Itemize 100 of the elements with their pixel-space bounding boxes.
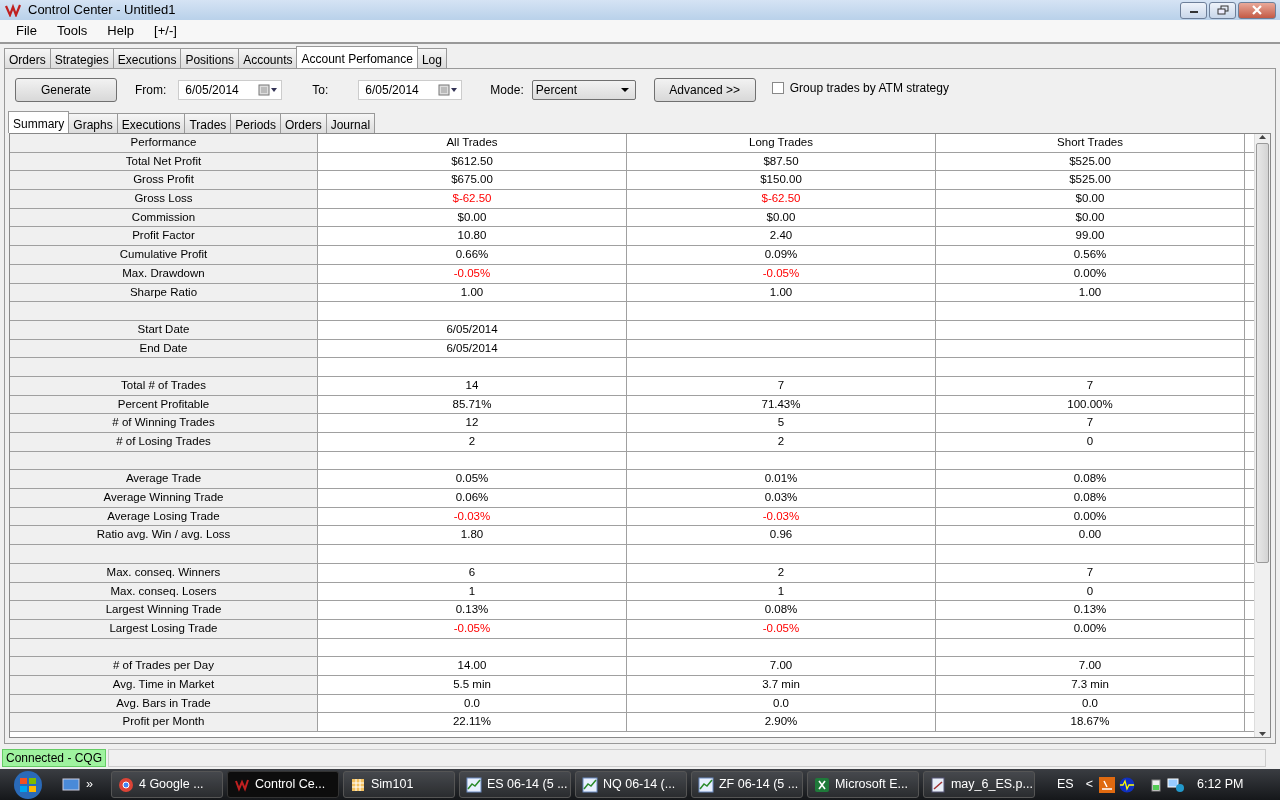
table-cell: -0.05% xyxy=(318,619,627,638)
table-cell: 0.96 xyxy=(627,526,936,545)
tab[interactable]: Journal xyxy=(325,113,376,133)
table-cell: 14.00 xyxy=(318,657,627,675)
status-text: Connected - CQG xyxy=(2,749,107,767)
column-header[interactable]: Performance xyxy=(10,134,318,152)
calendar-dropdown-icon xyxy=(258,84,279,96)
taskbar-button[interactable]: ZF 06-14 (5 ... xyxy=(690,771,803,798)
tray-expand-arrow[interactable]: < xyxy=(1085,775,1093,794)
table-cell: 0.0 xyxy=(936,694,1245,713)
checkbox[interactable] xyxy=(771,82,784,94)
mode-dropdown[interactable]: Percent xyxy=(531,80,636,100)
app-icon xyxy=(813,776,830,793)
table-cell: 2.90% xyxy=(627,713,936,731)
table-cell: 0.06% xyxy=(318,489,627,507)
taskbar-button[interactable]: may_6_ES.p... xyxy=(922,771,1035,798)
scrollbar[interactable] xyxy=(1254,134,1270,737)
tab[interactable]: Orders xyxy=(280,113,327,133)
column-header[interactable]: All Trades xyxy=(318,134,627,152)
table-cell: 0.08% xyxy=(936,470,1245,489)
tab[interactable]: Summary xyxy=(8,111,70,133)
menu-item[interactable]: File xyxy=(6,21,47,41)
table-cell: $-62.50 xyxy=(627,190,936,208)
table-cell: 1.00 xyxy=(318,283,627,302)
table-cell: 0 xyxy=(936,433,1245,451)
checkbox-label: Group trades by ATM strategy xyxy=(789,80,949,97)
table-cell: 0.00 xyxy=(936,526,1245,545)
language-indicator[interactable]: ES xyxy=(1056,775,1074,794)
table-cell: -0.05% xyxy=(318,264,627,283)
date-field[interactable]: 6/05/2014 xyxy=(178,80,283,100)
restore-button[interactable] xyxy=(1209,1,1236,19)
app-icon xyxy=(349,776,366,793)
row-label: Average Winning Trade xyxy=(10,489,318,507)
date-field[interactable]: 6/05/2014 xyxy=(358,80,463,100)
table-cell: 1 xyxy=(318,582,627,601)
table-cell: 0.03% xyxy=(627,489,936,507)
tab[interactable]: Executions xyxy=(112,48,182,68)
taskbar-button[interactable]: NQ 06-14 (... xyxy=(574,771,687,798)
table-cell: 7.00 xyxy=(627,657,936,675)
close-button[interactable] xyxy=(1238,1,1276,19)
table-cell: 0.0 xyxy=(627,694,936,713)
tab[interactable]: Account Perfomance xyxy=(296,46,418,68)
table-cell: 6/05/2014 xyxy=(318,339,627,358)
table-cell: 2 xyxy=(627,563,936,582)
taskbar-button[interactable]: 4 Google ... xyxy=(110,771,223,798)
table-cell: 0.00% xyxy=(936,507,1245,526)
table-cell: $612.50 xyxy=(318,152,627,171)
taskbar-button[interactable]: Sim101 xyxy=(342,771,455,798)
table-cell: $87.50 xyxy=(627,152,936,171)
row-label: Ratio avg. Win / avg. Loss xyxy=(10,526,318,545)
desktop-icon xyxy=(62,777,80,792)
table-cell: 6 xyxy=(318,563,627,582)
table-cell: 1.80 xyxy=(318,526,627,545)
column-header[interactable]: Long Trades xyxy=(627,134,936,152)
table-cell: 0.66% xyxy=(318,246,627,264)
tab[interactable]: Executions xyxy=(116,113,186,133)
table-cell: 1.00 xyxy=(936,283,1245,302)
menu-item[interactable]: Tools xyxy=(46,21,98,41)
tab[interactable]: Periods xyxy=(230,113,281,133)
table-cell: 0.08% xyxy=(627,601,936,619)
taskbar-button[interactable]: Microsoft E... xyxy=(806,771,919,798)
table-cell: 7 xyxy=(936,376,1245,395)
tab[interactable]: Graphs xyxy=(68,113,118,133)
menu-item[interactable]: Help xyxy=(97,21,145,41)
row-label: Gross Loss xyxy=(10,190,318,208)
table-cell: 0.09% xyxy=(627,246,936,264)
tab[interactable]: Positions xyxy=(180,48,240,68)
table-cell: 2 xyxy=(627,433,936,451)
app-icon xyxy=(697,776,714,793)
table-cell: $0.00 xyxy=(627,208,936,227)
menu-item[interactable]: [+/-] xyxy=(144,21,187,41)
advanced-button[interactable]: Advanced >> xyxy=(653,78,756,102)
table-cell: 0 xyxy=(936,582,1245,601)
scroll-down-icon xyxy=(1258,731,1267,737)
column-header[interactable]: Short Trades xyxy=(936,134,1245,152)
tab[interactable]: Log xyxy=(416,48,447,68)
generate-button[interactable]: Generate xyxy=(15,78,117,102)
table-cell: -0.05% xyxy=(627,619,936,638)
table-cell: $525.00 xyxy=(936,152,1245,171)
tab[interactable]: Accounts xyxy=(238,48,298,68)
taskbar-button[interactable]: ES 06-14 (5 ... xyxy=(458,771,571,798)
tab[interactable]: Orders xyxy=(4,48,51,68)
table-cell: $675.00 xyxy=(318,171,627,190)
table-cell: 3.7 min xyxy=(627,675,936,694)
table-cell: $-62.50 xyxy=(318,190,627,208)
table-cell: 7 xyxy=(936,414,1245,432)
tab[interactable]: Trades xyxy=(184,113,232,133)
table-cell: 0.00% xyxy=(936,619,1245,638)
row-label: # of Winning Trades xyxy=(10,414,318,432)
quicklaunch-chevron[interactable]: » xyxy=(86,775,93,794)
table-cell: 0.05% xyxy=(318,470,627,489)
table-cell: 0.00% xyxy=(936,264,1245,283)
from-label: From: xyxy=(135,82,167,99)
app-icon xyxy=(465,776,482,793)
minimize-button[interactable] xyxy=(1180,1,1207,19)
row-label: Average Trade xyxy=(10,470,318,489)
row-label: Cumulative Profit xyxy=(10,246,318,264)
taskbar-button[interactable]: Control Ce... xyxy=(226,771,339,798)
app-icon xyxy=(929,776,946,793)
tab[interactable]: Strategies xyxy=(49,48,114,68)
